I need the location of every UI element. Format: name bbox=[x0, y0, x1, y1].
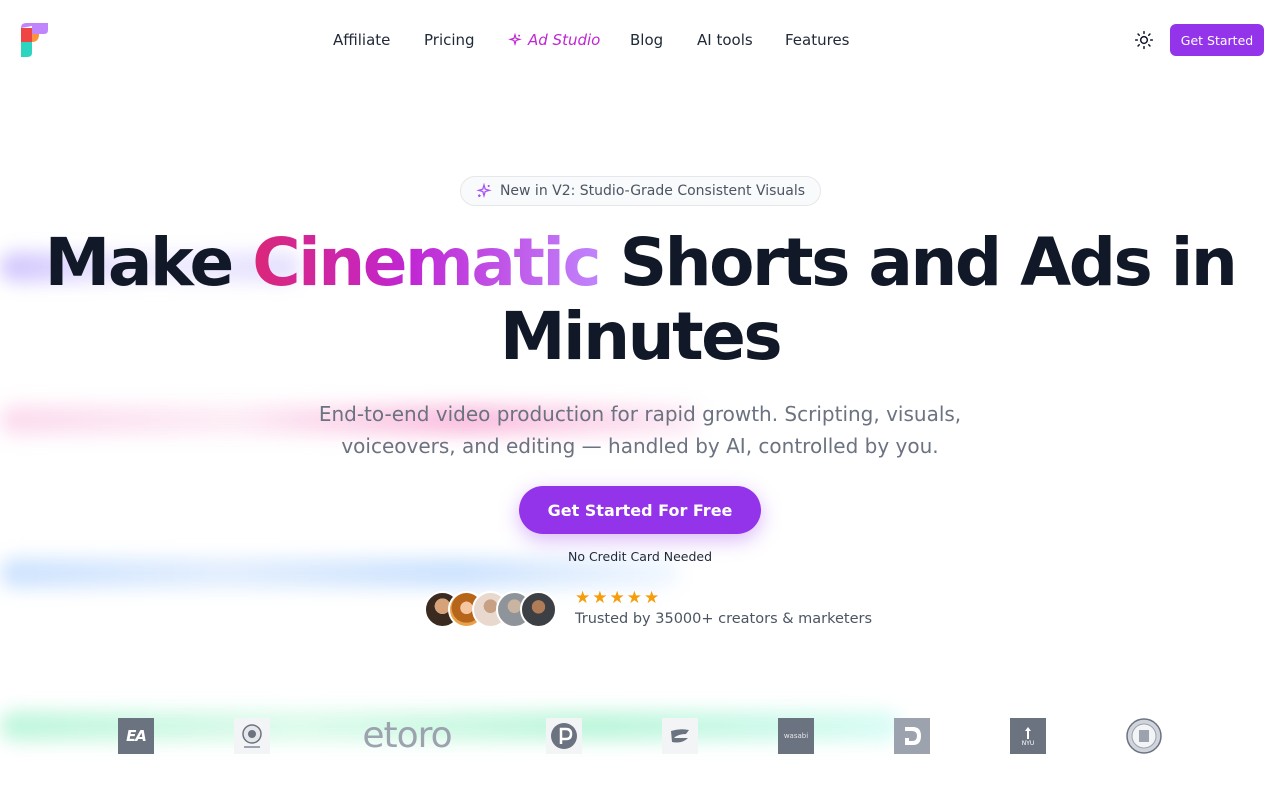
page-title: Make Cinematic Shorts and Ads in Minutes bbox=[0, 226, 1280, 374]
etoro-logo: etoro bbox=[362, 718, 452, 754]
star-icon: ★ bbox=[626, 588, 642, 608]
university-seal-logo bbox=[1126, 718, 1162, 754]
headline-part: Shorts and Ads in Minutes bbox=[499, 224, 1238, 375]
nyu-logo: NYU bbox=[1010, 718, 1046, 754]
nav-item-features[interactable]: Features bbox=[785, 30, 850, 50]
sparkle-icon bbox=[476, 183, 492, 199]
no-credit-card-note: No Credit Card Needed bbox=[567, 549, 713, 564]
star-icon: ★ bbox=[644, 588, 660, 608]
sun-icon bbox=[1134, 30, 1154, 50]
sparkle-icon bbox=[508, 33, 522, 47]
theme-toggle-button[interactable] bbox=[1134, 30, 1154, 50]
avatar-stack bbox=[424, 591, 564, 629]
d-logo bbox=[894, 718, 930, 754]
main-nav: Affiliate Pricing Ad Studio Blog AI tool… bbox=[0, 30, 1280, 50]
star-icon: ★ bbox=[609, 588, 625, 608]
announcement-badge[interactable]: New in V2: Studio-Grade Consistent Visua… bbox=[460, 176, 821, 206]
get-started-button[interactable]: Get Started bbox=[1170, 24, 1264, 56]
nav-item-ad-studio[interactable]: Ad Studio bbox=[508, 30, 600, 50]
star-icon: ★ bbox=[592, 588, 608, 608]
hero-subtitle: End-to-end video production for rapid gr… bbox=[318, 402, 962, 458]
pi-logo bbox=[546, 718, 582, 754]
get-started-free-button[interactable]: Get Started For Free bbox=[519, 486, 761, 534]
duckduckgo-logo bbox=[234, 718, 270, 754]
nav-item-ai-tools[interactable]: AI tools bbox=[697, 30, 753, 50]
avatar bbox=[520, 591, 557, 628]
ea-logo: EA bbox=[118, 718, 154, 754]
site-header: Affiliate Pricing Ad Studio Blog AI tool… bbox=[0, 0, 1280, 80]
badge-text: New in V2: Studio-Grade Consistent Visua… bbox=[499, 183, 806, 199]
brand-logo-wave bbox=[662, 718, 698, 754]
trusted-by-text: Trusted by 35000+ creators & marketers bbox=[575, 611, 873, 627]
nav-item-blog[interactable]: Blog bbox=[630, 30, 663, 50]
nav-item-affiliate[interactable]: Affiliate bbox=[333, 30, 390, 50]
rating-stars: ★ ★ ★ ★ ★ bbox=[575, 589, 659, 607]
wasabi-logo: wasabi bbox=[778, 718, 814, 754]
nav-item-label: Ad Studio bbox=[528, 31, 601, 49]
headline-part: Make bbox=[44, 224, 253, 301]
star-icon: ★ bbox=[575, 588, 591, 608]
headline-highlight: Cinematic bbox=[252, 224, 601, 301]
nav-item-pricing[interactable]: Pricing bbox=[424, 30, 475, 50]
